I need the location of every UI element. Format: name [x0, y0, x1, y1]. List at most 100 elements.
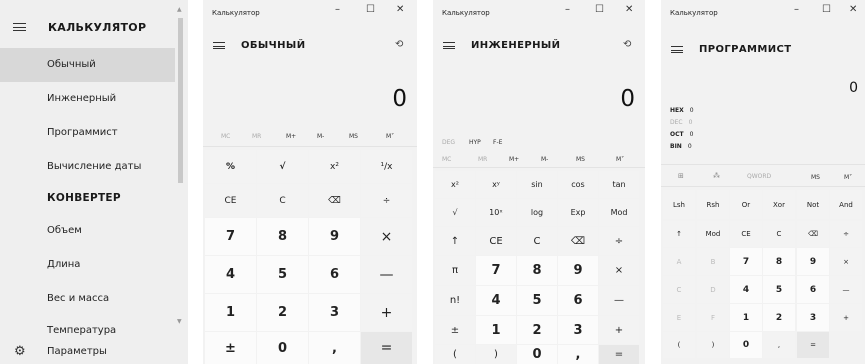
key-op-symbol[interactable]: ⌫ [309, 184, 360, 217]
key-op-log[interactable]: log [517, 199, 557, 226]
key-digit-4[interactable]: 4 [730, 276, 762, 303]
hamburger-menu-icon[interactable] [443, 42, 455, 49]
key-digit-symbol[interactable]: ± [205, 332, 256, 364]
key-op-symbol[interactable]: — [361, 256, 412, 293]
key-op-c[interactable]: C [517, 227, 557, 255]
minimize-button[interactable]: – [335, 4, 340, 15]
memory-button[interactable]: MC [442, 156, 451, 163]
key-digit-1[interactable]: 1 [205, 294, 256, 331]
key-op-symbol[interactable]: √ [435, 199, 475, 226]
key-digit-0[interactable]: 0 [517, 345, 557, 364]
key-digit-symbol[interactable]: , [309, 332, 360, 364]
memory-button[interactable]: MS [349, 133, 358, 140]
angle-toggle-button[interactable]: HYP [469, 139, 481, 146]
key-op-symbol[interactable]: ( [663, 332, 695, 358]
key-digit-2[interactable]: 2 [257, 294, 308, 331]
minimize-button[interactable]: – [794, 4, 799, 15]
nav-item-weight[interactable]: Вес и масса [0, 282, 175, 316]
key-digit-6[interactable]: 6 [309, 256, 360, 293]
nav-item-date-calculation[interactable]: Вычисление даты [0, 150, 175, 184]
key-op-c[interactable]: C [257, 184, 308, 217]
key-op-symbol[interactable]: ↑ [435, 227, 475, 255]
close-button[interactable]: ✕ [396, 4, 404, 15]
key-op-n[interactable]: n! [435, 286, 475, 315]
key-digit-8[interactable]: 8 [257, 218, 308, 255]
key-digit-9[interactable]: 9 [309, 218, 360, 255]
key-digit-1[interactable]: 1 [476, 316, 516, 344]
key-op-symbol[interactable]: % [205, 150, 256, 183]
key-digit-8[interactable]: 8 [763, 248, 795, 275]
key-digit-5[interactable]: 5 [517, 286, 557, 315]
memory-button[interactable]: M˅ [616, 156, 624, 163]
key-op-rsh[interactable]: Rsh [697, 190, 729, 219]
memory-button[interactable]: M+ [286, 133, 296, 140]
close-button[interactable]: ✕ [625, 4, 633, 15]
key-op-sin[interactable]: sin [517, 171, 557, 198]
key-digit-1[interactable]: 1 [730, 304, 762, 331]
nav-item-programmer[interactable]: Программист [0, 116, 175, 150]
memory-button[interactable]: M˅ [844, 174, 852, 181]
history-icon[interactable]: ⟲ [623, 39, 631, 50]
key-op-symbol[interactable]: + [830, 304, 862, 331]
key-op-symbol[interactable]: ÷ [361, 184, 412, 217]
key-hex-f[interactable]: F [697, 304, 729, 331]
key-digit-9[interactable]: 9 [558, 256, 598, 285]
key-op-not[interactable]: Not [797, 190, 829, 219]
key-digit-0[interactable]: 0 [730, 332, 762, 358]
scroll-down-arrow-icon[interactable]: ▼ [177, 318, 182, 325]
key-digit-5[interactable]: 5 [763, 276, 795, 303]
key-op-symbol[interactable]: ÷ [599, 227, 639, 255]
key-hex-b[interactable]: B [697, 248, 729, 275]
memory-button[interactable]: M- [541, 156, 548, 163]
angle-toggle-button[interactable]: F-E [493, 139, 502, 146]
key-op-or[interactable]: Or [730, 190, 762, 219]
maximize-button[interactable]: ☐ [366, 4, 375, 15]
minimize-button[interactable]: – [565, 4, 570, 15]
key-op-symbol[interactable]: = [797, 332, 829, 358]
key-op-cos[interactable]: cos [558, 171, 598, 198]
key-op-symbol[interactable]: ÷ [830, 221, 862, 247]
memory-button[interactable]: M- [317, 133, 324, 140]
key-op-symbol[interactable]: — [830, 276, 862, 303]
settings-item[interactable]: ⚙ Параметры [0, 338, 175, 364]
memory-button[interactable]: M˅ [386, 133, 394, 140]
nav-item-standard[interactable]: Обычный [0, 48, 175, 82]
key-hex-e[interactable]: E [663, 304, 695, 331]
key-digit-3[interactable]: 3 [309, 294, 360, 331]
history-icon[interactable]: ⟲ [395, 39, 403, 50]
key-op-symbol[interactable]: π [435, 256, 475, 285]
memory-button[interactable]: MS [811, 174, 820, 181]
key-op-symbol[interactable]: ↑ [663, 221, 695, 247]
key-hex-a[interactable]: A [663, 248, 695, 275]
key-hex-d[interactable]: D [697, 276, 729, 303]
key-digit-9[interactable]: 9 [797, 248, 829, 275]
memory-button[interactable]: MR [478, 156, 487, 163]
nav-item-volume[interactable]: Объем [0, 214, 175, 248]
key-digit-6[interactable]: 6 [797, 276, 829, 303]
key-op-ce[interactable]: CE [476, 227, 516, 255]
memory-button[interactable]: MC [221, 133, 230, 140]
radix-row-hex[interactable]: HEX 0 [670, 107, 694, 114]
maximize-button[interactable]: ☐ [822, 4, 831, 15]
key-op-symbol[interactable]: = [599, 345, 639, 364]
maximize-button[interactable]: ☐ [595, 4, 604, 15]
hamburger-menu-icon[interactable] [13, 23, 26, 31]
hamburger-menu-icon[interactable] [671, 46, 683, 53]
key-op-and[interactable]: And [830, 190, 862, 219]
memory-button[interactable]: M+ [509, 156, 519, 163]
scroll-up-arrow-icon[interactable]: ▲ [177, 6, 182, 13]
key-op-symbol[interactable]: × [830, 248, 862, 275]
key-op-tan[interactable]: tan [599, 171, 639, 198]
key-op-symbol[interactable]: + [599, 316, 639, 344]
key-op-ce[interactable]: CE [205, 184, 256, 217]
key-op-10[interactable]: 10ˣ [476, 199, 516, 226]
nav-item-scientific[interactable]: Инженерный [0, 82, 175, 116]
key-digit-3[interactable]: 3 [797, 304, 829, 331]
key-digit-0[interactable]: 0 [257, 332, 308, 364]
key-op-symbol[interactable]: + [361, 294, 412, 331]
key-digit-2[interactable]: 2 [763, 304, 795, 331]
radix-row-dec[interactable]: DEC 0 [670, 119, 692, 126]
hamburger-menu-icon[interactable] [213, 42, 225, 49]
key-op-symbol[interactable]: , [763, 332, 795, 358]
angle-toggle-button[interactable]: DEG [442, 139, 455, 146]
